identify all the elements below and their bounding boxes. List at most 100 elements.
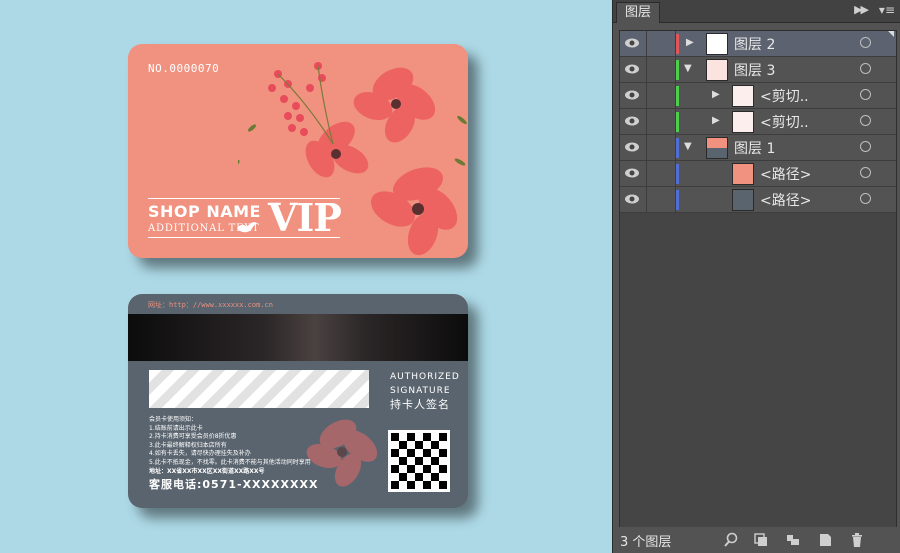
qr-module [407,481,415,489]
lock-toggle[interactable] [646,83,676,108]
layer-thumbnail [706,33,728,55]
qr-module [391,481,399,489]
visibility-eye-icon[interactable] [624,88,640,102]
qr-code [388,430,450,492]
qr-module [407,449,415,457]
lock-toggle[interactable] [646,57,676,82]
qr-module [399,441,407,449]
qr-module [431,441,439,449]
layer-name[interactable]: 图层 2 [734,34,775,54]
new-layer-icon[interactable] [817,532,833,548]
search-icon[interactable] [723,532,739,548]
notice-line: 5.此卡不抵现金，不找零。此卡消费不能与其他活动同时享用 [149,458,311,466]
qr-module [423,481,431,489]
layer-color-bar [676,60,679,80]
new-sublayer-icon[interactable] [785,532,801,548]
vip-title: VIP [268,195,342,240]
notice-line: 2.持卡消费可享受会员价8折优惠 [149,433,237,441]
lock-toggle[interactable] [646,161,676,186]
layer-row[interactable]: <路径> [620,161,896,187]
collapse-panel-icon[interactable]: ▶▶ [854,3,869,16]
target-circle-icon[interactable] [860,63,871,74]
notice-line: 4.如有卡丢失，请尽快办理挂失及补办 [149,450,251,458]
tab-layers[interactable]: 图层 [616,2,661,23]
layer-color-bar [676,138,679,158]
visibility-eye-icon[interactable] [624,114,640,128]
layer-thumbnail [706,137,728,159]
visibility-eye-icon[interactable] [624,140,640,154]
qr-module [391,433,399,441]
panel-footer: 3 个图层 [613,527,900,553]
service-hotline: 客服电话:0571-XXXXXXXX [149,478,319,491]
qr-module [423,465,431,473]
expand-triangle-icon[interactable]: ▼ [684,141,692,152]
layer-row[interactable]: ▶ <剪切.. [620,109,896,135]
qr-module [423,449,431,457]
qr-module [431,457,439,465]
target-circle-icon[interactable] [860,115,871,126]
qr-module [439,465,447,473]
expand-triangle-icon[interactable]: ▼ [684,63,692,74]
target-circle-icon[interactable] [860,167,871,178]
layer-row[interactable]: ▶ <剪切.. [620,83,896,109]
layer-name[interactable]: 图层 1 [734,138,775,158]
qr-module [415,473,423,481]
target-circle-icon[interactable] [860,89,871,100]
layer-name[interactable]: <剪切.. [760,112,809,132]
card-number: NO.0000070 [148,62,220,75]
layers-list[interactable]: ▶ 图层 2 ▼ 图层 3 ▶ <剪切.. ▶ <剪切.. ▼ 图层 1 <路径… [619,30,897,528]
expand-triangle-icon[interactable]: ▶ [712,115,720,126]
layer-name[interactable]: <路径> [760,164,811,184]
qr-module [407,433,415,441]
trash-icon[interactable] [849,532,865,548]
layer-thumbnail [732,111,754,133]
vip-card-back[interactable]: 网址：http：//www.xxxxxx.com.cn AUTHORIZED S… [128,294,468,508]
vip-card-front[interactable]: NO.0000070 SHOP NAME ADDITIONAL TEXT VIP [128,44,468,258]
make-clip-mask-icon[interactable] [753,532,769,548]
artboard-canvas[interactable]: NO.0000070 SHOP NAME ADDITIONAL TEXT VIP… [0,0,612,553]
expand-triangle-icon[interactable]: ▶ [686,37,694,48]
selection-corner-icon [888,31,894,37]
layer-name[interactable]: <剪切.. [760,86,809,106]
website-url: 网址：http：//www.xxxxxx.com.cn [148,301,273,309]
layer-thumbnail [732,189,754,211]
qr-module [415,457,423,465]
layer-row[interactable]: ▼ 图层 1 [620,135,896,161]
target-circle-icon[interactable] [860,193,871,204]
layer-row[interactable]: <路径> [620,187,896,213]
magnetic-stripe [128,314,468,361]
layer-count: 3 个图层 [620,535,672,550]
panel-menu-icon[interactable]: ▾≡ [879,3,895,17]
lock-toggle[interactable] [646,187,676,212]
lock-toggle[interactable] [646,135,676,160]
bird-logo-icon [237,222,257,233]
layer-name[interactable]: <路径> [760,190,811,210]
layer-color-bar [676,34,679,54]
target-circle-icon[interactable] [860,141,871,152]
authorized-text: AUTHORIZED [390,372,460,382]
lock-toggle[interactable] [646,31,676,56]
layer-row[interactable]: ▼ 图层 3 [620,57,896,83]
signature-panel [149,370,369,408]
notice-line: 1.结账前请出示此卡 [149,424,203,432]
qr-module [439,481,447,489]
signature-text: SIGNATURE [390,386,451,396]
qr-module [431,473,439,481]
divider-bottom [148,237,340,238]
visibility-eye-icon[interactable] [624,192,640,206]
layer-color-bar [676,112,679,132]
layer-thumbnail [706,59,728,81]
visibility-eye-icon[interactable] [624,36,640,50]
layer-name[interactable]: 图层 3 [734,60,775,80]
lock-toggle[interactable] [646,109,676,134]
member-notice: 会员卡使用须知： 1.结账前请出示此卡 2.持卡消费可享受会员价8折优惠 3.此… [149,416,311,476]
target-circle-icon[interactable] [860,37,871,48]
shop-name: SHOP NAME [148,202,261,221]
panel-tabbar: 图层 ▶▶ ▾≡ [613,0,900,23]
layer-color-bar [676,190,679,210]
layer-row[interactable]: ▶ 图层 2 [620,31,896,57]
qr-module [399,457,407,465]
expand-triangle-icon[interactable]: ▶ [712,89,720,100]
visibility-eye-icon[interactable] [624,62,640,76]
visibility-eye-icon[interactable] [624,166,640,180]
